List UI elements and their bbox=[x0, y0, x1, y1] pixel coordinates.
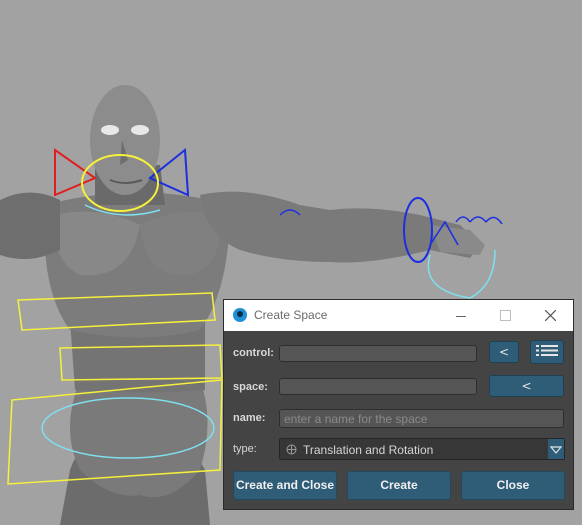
control-list-button[interactable] bbox=[530, 340, 564, 364]
create-space-dialog: Create Space control: < space: < name: t… bbox=[223, 299, 574, 510]
globe-icon bbox=[286, 444, 297, 455]
create-button[interactable]: Create bbox=[347, 471, 451, 500]
list-icon bbox=[536, 345, 558, 356]
control-field[interactable] bbox=[279, 345, 477, 362]
type-select[interactable]: Translation and Rotation bbox=[279, 438, 565, 460]
control-label: control: bbox=[233, 347, 274, 359]
title-bar[interactable]: Create Space bbox=[224, 300, 573, 331]
chevron-down-icon[interactable] bbox=[548, 439, 564, 459]
maximize-icon[interactable] bbox=[483, 300, 527, 331]
close-icon[interactable] bbox=[528, 300, 572, 331]
control-pick-button[interactable]: < bbox=[489, 341, 519, 363]
space-label: space: bbox=[233, 381, 268, 393]
create-and-close-button[interactable]: Create and Close bbox=[233, 471, 337, 500]
type-label: type: bbox=[233, 443, 257, 455]
space-name-input[interactable] bbox=[279, 409, 564, 428]
space-pick-button[interactable]: < bbox=[489, 375, 564, 397]
app-icon bbox=[233, 308, 247, 322]
minimize-icon[interactable] bbox=[439, 300, 483, 331]
close-button[interactable]: Close bbox=[461, 471, 565, 500]
name-label: name: bbox=[233, 412, 266, 424]
type-select-value: Translation and Rotation bbox=[303, 443, 434, 457]
window-title: Create Space bbox=[254, 308, 328, 322]
space-field[interactable] bbox=[279, 378, 477, 395]
